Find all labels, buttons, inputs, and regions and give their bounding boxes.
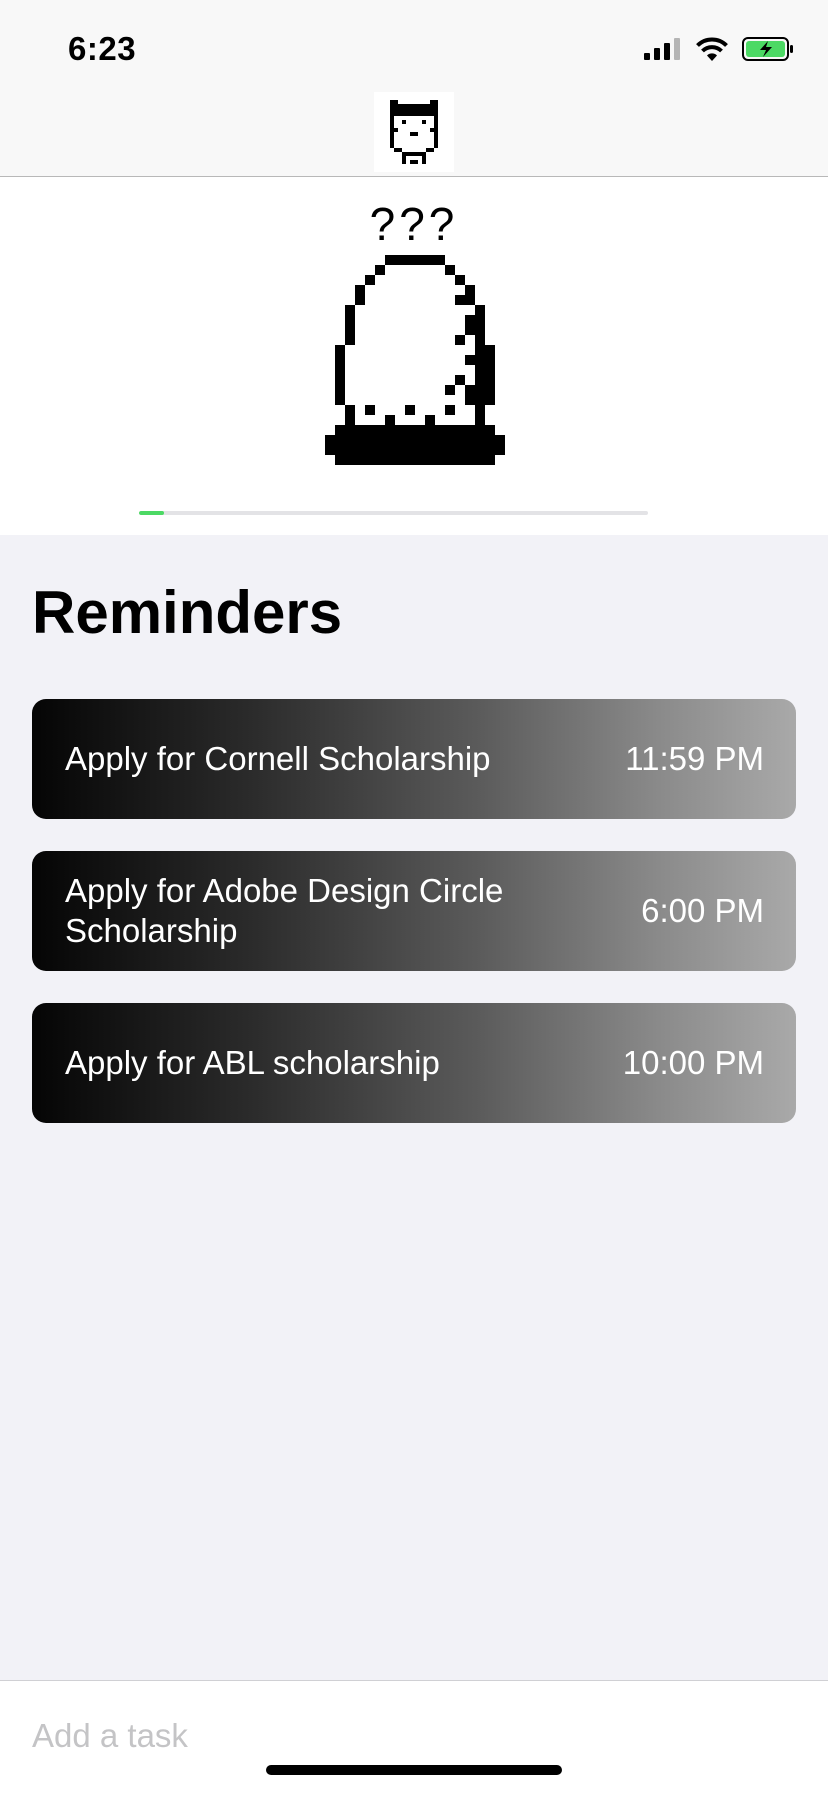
battery-charging-icon	[742, 37, 793, 61]
growth-progress-bar	[139, 511, 648, 515]
reminder-title: Apply for Adobe Design Circle Scholarshi…	[65, 872, 504, 949]
reminder-time: 6:00 PM	[641, 892, 764, 929]
reminder-item[interactable]: Apply for ABL scholarship 10:00 PM	[32, 1003, 796, 1123]
section-title: Reminders	[32, 579, 343, 646]
pixel-cat-icon[interactable]	[374, 92, 454, 172]
nav-bar	[0, 88, 828, 177]
add-task-input[interactable]	[32, 1711, 732, 1761]
pixel-egg-icon[interactable]	[325, 255, 505, 475]
growth-progress-fill	[139, 511, 165, 515]
wifi-icon	[696, 37, 728, 61]
signal-icon	[644, 38, 680, 60]
pet-panel: ???	[0, 177, 828, 535]
reminder-title: Apply for Cornell Scholarship	[65, 740, 491, 777]
reminder-item[interactable]: Apply for Adobe Design Circle Scholarshi…	[32, 851, 796, 971]
status-icons	[644, 34, 794, 64]
status-bar: 6:23	[0, 0, 828, 88]
reminder-time: 11:59 PM	[625, 740, 764, 777]
reminder-item[interactable]: Apply for Cornell Scholarship 11:59 PM	[32, 699, 796, 819]
status-time: 6:23	[68, 30, 137, 67]
home-indicator[interactable]	[266, 1765, 562, 1775]
reminder-time: 10:00 PM	[622, 1044, 764, 1081]
pet-name: ???	[369, 198, 459, 250]
reminder-title: Apply for ABL scholarship	[65, 1044, 440, 1081]
reminder-list: Apply for Cornell Scholarship 11:59 PM A…	[32, 699, 796, 1155]
add-task-bar	[0, 1680, 828, 1793]
